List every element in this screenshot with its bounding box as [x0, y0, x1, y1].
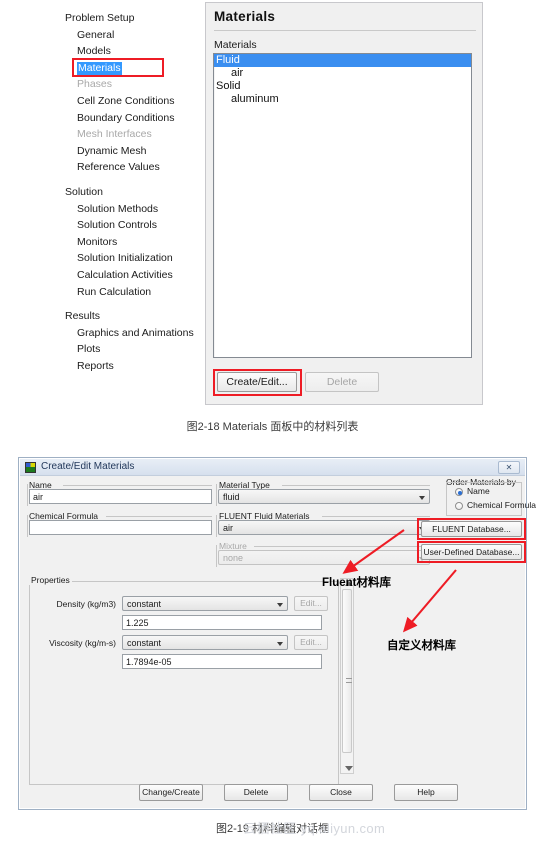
material-type-value: fluid [223, 492, 240, 502]
create-edit-materials-dialog: Create/Edit Materials ✕ Name Chemical Fo… [18, 457, 536, 810]
list-item[interactable]: air [214, 67, 471, 80]
dialog-title: Create/Edit Materials [41, 461, 135, 472]
mixture-value: none [223, 553, 244, 563]
materials-list-label: Materials [214, 39, 257, 51]
materials-listbox[interactable]: Fluid air Solid aluminum [213, 53, 472, 358]
delete-button: Delete [305, 372, 379, 392]
viscosity-edit-button: Edit... [294, 635, 328, 650]
name-group-edge [27, 484, 28, 506]
chemical-formula-rule [106, 516, 212, 517]
name-group-rule [63, 485, 212, 486]
sidebar-item-phases: Phases [77, 78, 113, 91]
sidebar-item-solution-methods[interactable]: Solution Methods [60, 201, 205, 218]
sidebar-item-dynamic-mesh[interactable]: Dynamic Mesh [60, 143, 205, 160]
fluent-database-button[interactable]: FLUENT Database... [421, 521, 522, 537]
dialog-button-bar: Change/Create Delete Close Help [19, 776, 526, 810]
close-button[interactable]: Close [309, 784, 373, 801]
sidebar-item-boundary-conditions[interactable]: Boundary Conditions [60, 110, 205, 127]
name-field[interactable] [29, 489, 212, 504]
sidebar-item-reference-values[interactable]: Reference Values [60, 159, 205, 176]
page-root: Problem Setup General Models Materials P… [0, 0, 545, 843]
viscosity-label: Viscosity (kg/m-s) [49, 638, 116, 648]
viscosity-value-field[interactable] [122, 654, 322, 669]
scroll-down-icon[interactable] [345, 766, 353, 771]
density-edit-button: Edit... [294, 596, 328, 611]
chevron-down-icon [419, 496, 425, 500]
density-label: Density (kg/m3) [56, 599, 116, 609]
chevron-down-icon [277, 642, 283, 646]
tree-heading-results: Results [65, 310, 101, 323]
mixture-edge [216, 545, 217, 567]
fluent-app-icon [25, 462, 36, 473]
fluent-fluid-materials-edge [216, 515, 217, 537]
chemical-formula-field[interactable] [29, 520, 212, 535]
problem-setup-tree: Problem Setup General Models Materials P… [60, 10, 205, 374]
title-divider [214, 30, 476, 31]
properties-label: Properties [29, 575, 72, 585]
scrollbar-thumb[interactable] [342, 589, 352, 753]
radio-dot-icon [455, 502, 463, 510]
sidebar-item-monitors[interactable]: Monitors [60, 234, 205, 251]
mixture-rule [254, 546, 430, 547]
fluent-fluid-materials-rule [322, 516, 430, 517]
tree-heading-problem-setup: Problem Setup [65, 12, 135, 24]
density-value-field[interactable] [122, 615, 322, 630]
sidebar-item-calculation-activities[interactable]: Calculation Activities [60, 267, 205, 284]
list-item[interactable]: Solid [214, 80, 471, 93]
sidebar-item-mesh-interfaces: Mesh Interfaces [77, 128, 152, 141]
annotation-user-library: 自定义材料库 [387, 640, 456, 652]
tree-spacer-2 [60, 300, 205, 308]
help-button[interactable]: Help [394, 784, 458, 801]
delete-button[interactable]: Delete [224, 784, 288, 801]
chevron-down-icon [277, 603, 283, 607]
fluent-fluid-materials-value: air [223, 523, 234, 533]
sidebar-item-solution-initialization[interactable]: Solution Initialization [60, 250, 205, 267]
sidebar-item-materials[interactable]: Materials [60, 57, 205, 77]
figure-materials-panel: Problem Setup General Models Materials P… [0, 0, 545, 410]
list-item[interactable]: aluminum [214, 93, 471, 106]
material-type-edge [216, 484, 217, 506]
properties-scrollbar[interactable] [340, 578, 354, 774]
sidebar-item-solution-controls[interactable]: Solution Controls [60, 217, 205, 234]
fluent-fluid-materials-select[interactable]: air [218, 520, 430, 535]
radio-dot-icon [455, 488, 463, 496]
scrollbar-grip-icon [346, 678, 352, 683]
sidebar-item-run-calculation[interactable]: Run Calculation [60, 284, 205, 301]
sidebar-item-reports[interactable]: Reports [60, 358, 205, 375]
watermark: 云栖社区 yq.aliyun.com [243, 821, 386, 836]
sidebar-item-graphics-and-animations[interactable]: Graphics and Animations [60, 325, 205, 342]
figure-caption-1: 图2-18 Materials 面板中的材料列表 [186, 421, 359, 433]
material-type-rule [282, 485, 430, 486]
tree-spacer-1 [60, 176, 205, 184]
chemical-formula-edge [27, 515, 28, 537]
sidebar-item-cell-zone-conditions[interactable]: Cell Zone Conditions [60, 93, 205, 110]
close-icon[interactable]: ✕ [498, 461, 520, 474]
dialog-titlebar: Create/Edit Materials ✕ [20, 459, 525, 476]
density-method-value: constant [127, 599, 162, 609]
material-type-select[interactable]: fluid [218, 489, 430, 504]
page-title: Materials [214, 9, 276, 24]
radio-order-by-name-label: Name [467, 486, 490, 496]
change-create-button[interactable]: Change/Create [139, 784, 203, 801]
sidebar-item-general[interactable]: General [60, 27, 205, 44]
properties-group: Density (kg/m3) constant Edit... Viscosi… [29, 581, 339, 785]
list-item[interactable]: Fluid [214, 54, 471, 67]
tree-heading-solution: Solution [65, 185, 103, 198]
mixture-select: none [218, 550, 430, 565]
radio-order-by-chemical-formula-label: Chemical Formula [467, 500, 536, 510]
user-defined-database-button[interactable]: User-Defined Database... [421, 544, 522, 560]
sidebar-item-plots[interactable]: Plots [60, 341, 205, 358]
materials-task-panel: Materials Materials Fluid air Solid alum… [205, 2, 483, 405]
viscosity-method-select[interactable]: constant [122, 635, 288, 650]
order-materials-by-group: Name Chemical Formula [446, 482, 536, 516]
annotation-fluent-library: Fluent材料库 [322, 577, 391, 589]
create-edit-button[interactable]: Create/Edit... [217, 372, 297, 392]
density-method-select[interactable]: constant [122, 596, 288, 611]
viscosity-method-value: constant [127, 638, 162, 648]
highlight-box-materials [72, 57, 164, 77]
